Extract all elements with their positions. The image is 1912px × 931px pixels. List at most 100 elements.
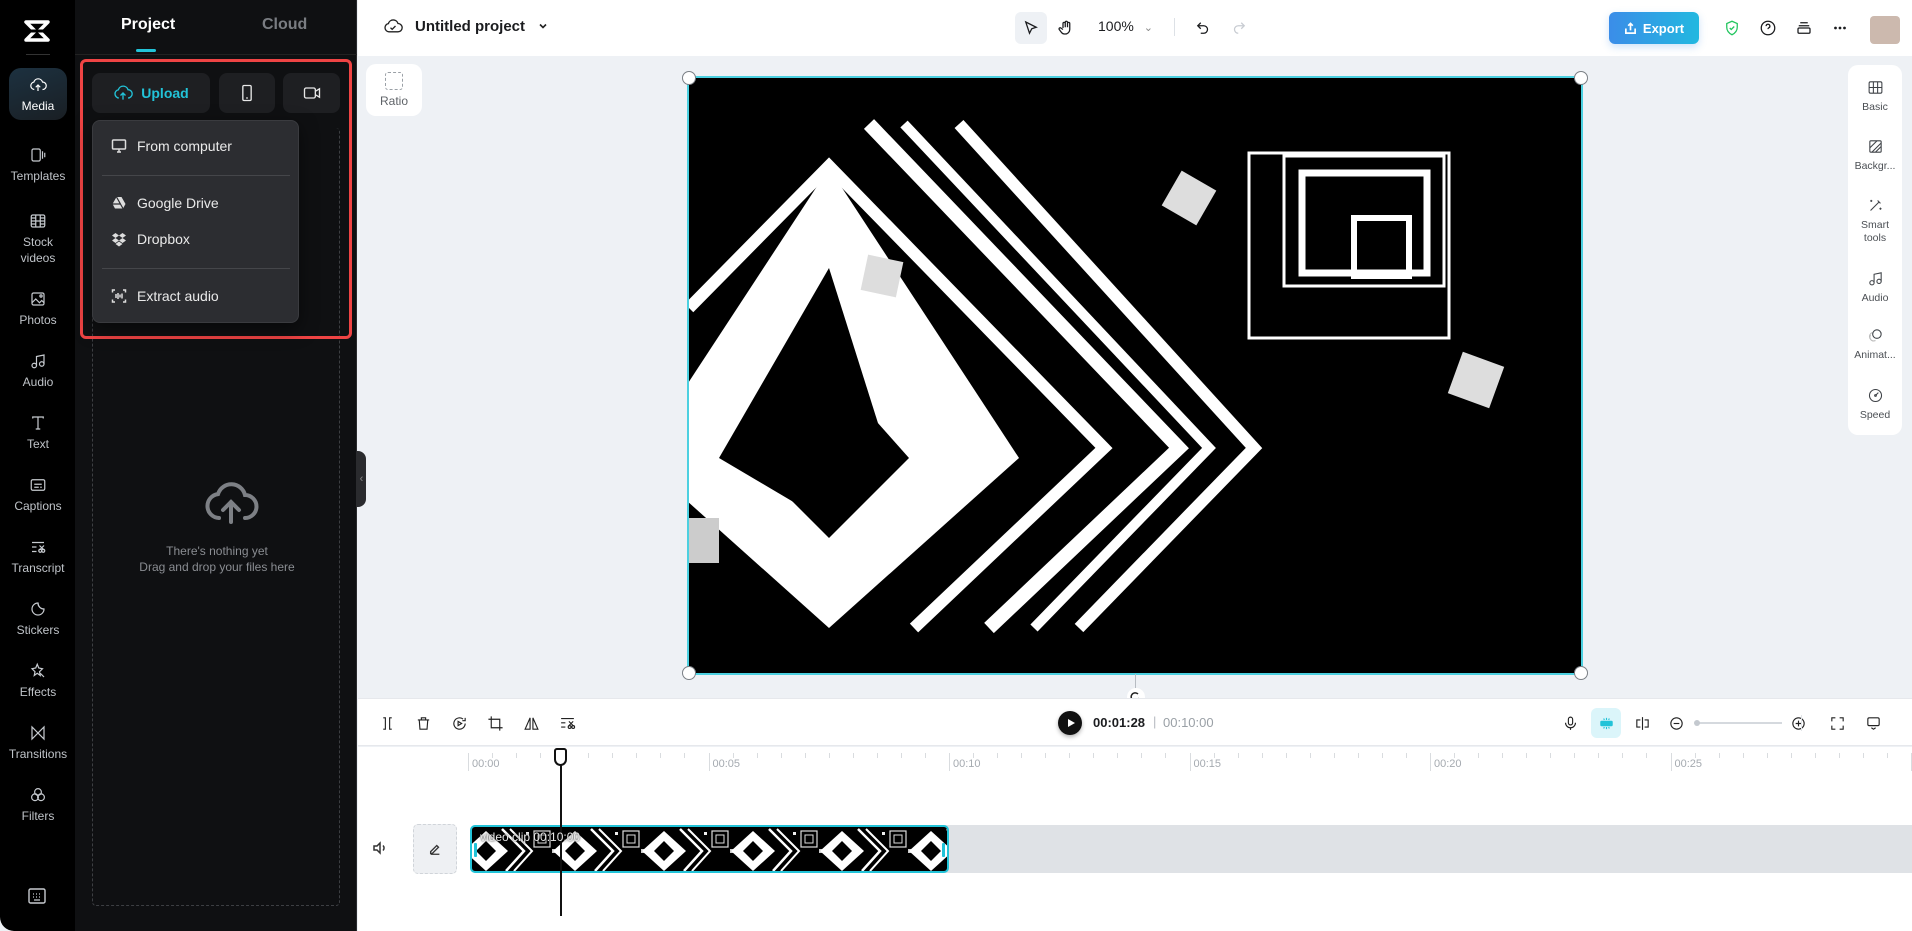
monitor-dropdown-icon bbox=[1866, 716, 1880, 730]
share-upload-icon bbox=[1624, 21, 1636, 34]
menu-item-from-computer[interactable]: From computer bbox=[93, 130, 298, 162]
split-view-button[interactable] bbox=[1630, 711, 1654, 735]
tab-cloud[interactable]: Cloud bbox=[262, 16, 307, 34]
help-button[interactable] bbox=[1752, 12, 1784, 44]
redo-icon bbox=[1233, 22, 1246, 34]
video-preview[interactable] bbox=[687, 76, 1583, 675]
crop-button[interactable] bbox=[483, 711, 507, 735]
display-settings-button[interactable] bbox=[1861, 711, 1885, 735]
tab-project[interactable]: Project bbox=[121, 16, 175, 34]
video-clip[interactable]: video clip 00:10:00 bbox=[470, 825, 949, 873]
hand-tool-button[interactable] bbox=[1050, 12, 1082, 44]
menu-item-dropbox[interactable]: Dropbox bbox=[93, 223, 298, 255]
menu-item-google-drive[interactable]: Google Drive bbox=[93, 187, 298, 219]
speedometer-icon bbox=[1868, 388, 1882, 403]
ruler-minor-tick bbox=[1021, 753, 1023, 758]
ruler-label: 00:05 bbox=[712, 758, 741, 770]
keyboard-icon[interactable] bbox=[28, 888, 46, 904]
export-button[interactable]: Export bbox=[1609, 12, 1699, 44]
shield-check-icon bbox=[1726, 20, 1738, 36]
upload-button[interactable]: Upload bbox=[92, 73, 210, 113]
ruler-minor-tick bbox=[1526, 753, 1528, 758]
rail-item-audio[interactable]: Audio bbox=[9, 352, 67, 390]
prop-label: Speed bbox=[1859, 409, 1891, 421]
redo-button[interactable] bbox=[1223, 12, 1255, 44]
transcript-edit-button[interactable] bbox=[555, 711, 579, 735]
prop-speed[interactable]: Speed bbox=[1848, 387, 1902, 422]
resize-handle-top-left[interactable] bbox=[682, 71, 696, 85]
rail-item-transcript[interactable]: Transcript bbox=[9, 538, 67, 576]
rail-item-stock-videos[interactable]: Stock videos bbox=[9, 212, 67, 266]
more-options-button[interactable] bbox=[1824, 12, 1856, 44]
slider-knob[interactable] bbox=[1694, 720, 1700, 726]
user-avatar[interactable] bbox=[1870, 16, 1900, 44]
replay-button[interactable] bbox=[447, 711, 471, 735]
zoom-level-dropdown[interactable]: 100% ⌄ bbox=[1098, 18, 1153, 34]
ruler-minor-tick bbox=[997, 753, 999, 758]
prop-smart-tools[interactable]: Smart tools bbox=[1848, 197, 1902, 245]
zoom-in-button[interactable] bbox=[1786, 711, 1810, 735]
ruler-minor-tick bbox=[1093, 753, 1095, 758]
prop-audio[interactable]: Audio bbox=[1848, 270, 1902, 305]
project-name-dropdown[interactable]: Untitled project bbox=[383, 16, 549, 36]
mirror-button[interactable] bbox=[519, 711, 543, 735]
rail-item-text[interactable]: Text bbox=[9, 414, 67, 452]
upload-from-phone-button[interactable] bbox=[219, 73, 275, 113]
magic-wand-icon bbox=[1869, 199, 1882, 211]
menu-item-extract-audio[interactable]: Extract audio bbox=[93, 280, 298, 312]
fullscreen-button[interactable] bbox=[1825, 711, 1849, 735]
clip-trim-handle-left[interactable] bbox=[474, 843, 477, 857]
stack-icon bbox=[1797, 22, 1811, 34]
rail-item-filters[interactable]: Filters bbox=[9, 786, 67, 824]
cloud-upload-icon bbox=[114, 85, 134, 100]
playhead-handle[interactable] bbox=[554, 748, 567, 766]
delete-button[interactable] bbox=[411, 711, 435, 735]
ruler-minor-tick bbox=[1838, 753, 1840, 758]
select-tool-button[interactable] bbox=[1015, 12, 1047, 44]
play-button[interactable] bbox=[1058, 711, 1082, 735]
resize-handle-bottom-left[interactable] bbox=[682, 666, 696, 680]
timeline-zoom-slider[interactable] bbox=[1694, 720, 1782, 726]
prop-background[interactable]: Backgr... bbox=[1848, 138, 1902, 173]
record-button[interactable] bbox=[283, 73, 340, 113]
clip-trim-handle-right[interactable] bbox=[942, 843, 945, 857]
properties-panel: Basic Backgr... Smart tools Audio Animat… bbox=[1848, 65, 1902, 435]
undo-icon bbox=[1196, 22, 1209, 34]
prop-animation[interactable]: Animat... bbox=[1848, 327, 1902, 362]
split-button[interactable] bbox=[375, 711, 399, 735]
aspect-ratio-button[interactable]: Ratio bbox=[366, 64, 422, 116]
prop-basic[interactable]: Basic bbox=[1848, 79, 1902, 114]
transcript-icon bbox=[32, 541, 46, 553]
security-shield-button[interactable] bbox=[1716, 12, 1748, 44]
prop-label: Basic bbox=[1862, 101, 1888, 113]
ruler-minor-tick bbox=[1454, 753, 1456, 758]
collapse-panel-handle[interactable]: ‹ bbox=[357, 451, 366, 507]
current-time: 00:01:28 bbox=[1093, 715, 1146, 730]
record-voiceover-button[interactable] bbox=[1558, 711, 1582, 735]
rail-item-templates[interactable]: Templates bbox=[9, 146, 67, 184]
ratio-icon bbox=[385, 72, 403, 90]
track-mute-button[interactable] bbox=[372, 840, 390, 858]
layers-button[interactable] bbox=[1788, 12, 1820, 44]
ruler-minor-tick bbox=[1381, 753, 1383, 758]
split-icon bbox=[382, 716, 392, 730]
resize-handle-bottom-right[interactable] bbox=[1574, 666, 1588, 680]
ruler-minor-tick bbox=[1694, 753, 1696, 758]
plus-circle-icon bbox=[1791, 716, 1805, 730]
ruler-minor-tick bbox=[492, 753, 494, 758]
rail-item-effects[interactable]: Effects bbox=[9, 662, 67, 700]
menu-divider bbox=[102, 175, 290, 176]
rail-item-transitions[interactable]: Transitions bbox=[9, 724, 67, 762]
zoom-out-button[interactable] bbox=[1664, 711, 1688, 735]
rail-item-label: Transitions bbox=[8, 747, 68, 761]
rail-item-captions[interactable]: Captions bbox=[9, 476, 67, 514]
auto-snap-toggle[interactable] bbox=[1591, 708, 1621, 738]
rail-item-photos[interactable]: Photos bbox=[9, 290, 67, 328]
resize-handle-top-right[interactable] bbox=[1574, 71, 1588, 85]
rail-item-media[interactable]: Media bbox=[9, 68, 67, 120]
media-panel: Project Cloud There's nothing yet Drag a… bbox=[75, 0, 357, 931]
undo-button[interactable] bbox=[1187, 12, 1219, 44]
menu-divider bbox=[102, 268, 290, 269]
rail-item-stickers[interactable]: Stickers bbox=[9, 600, 67, 638]
edit-cover-button[interactable] bbox=[413, 824, 457, 874]
